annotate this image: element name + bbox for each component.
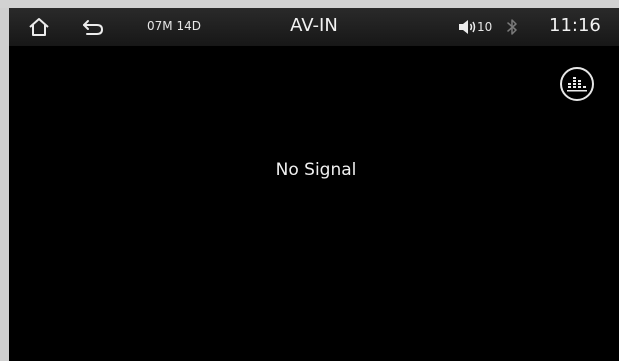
clock: 11:16: [549, 15, 601, 36]
status-bar: 07M 14D AV-IN 10 11:16: [9, 8, 619, 46]
speaker-icon: [459, 20, 476, 34]
top-bezel: [0, 0, 619, 8]
home-icon: [29, 18, 49, 36]
equalizer-button[interactable]: [560, 67, 594, 101]
bluetooth-icon: [507, 19, 517, 35]
volume-level: 10: [477, 20, 493, 34]
equalizer-icon: [567, 77, 587, 92]
av-in-screen: 07M 14D AV-IN 10 11:16 No Signal: [9, 8, 619, 361]
back-button[interactable]: [79, 14, 107, 40]
no-signal-message: No Signal: [275, 160, 357, 180]
volume-indicator[interactable]: 10: [458, 17, 492, 37]
page-title: AV-IN: [290, 15, 338, 36]
back-arrow-icon: [83, 20, 104, 35]
date-label: 07M 14D: [147, 19, 201, 33]
home-button[interactable]: [25, 14, 53, 40]
left-bezel: [0, 8, 9, 361]
